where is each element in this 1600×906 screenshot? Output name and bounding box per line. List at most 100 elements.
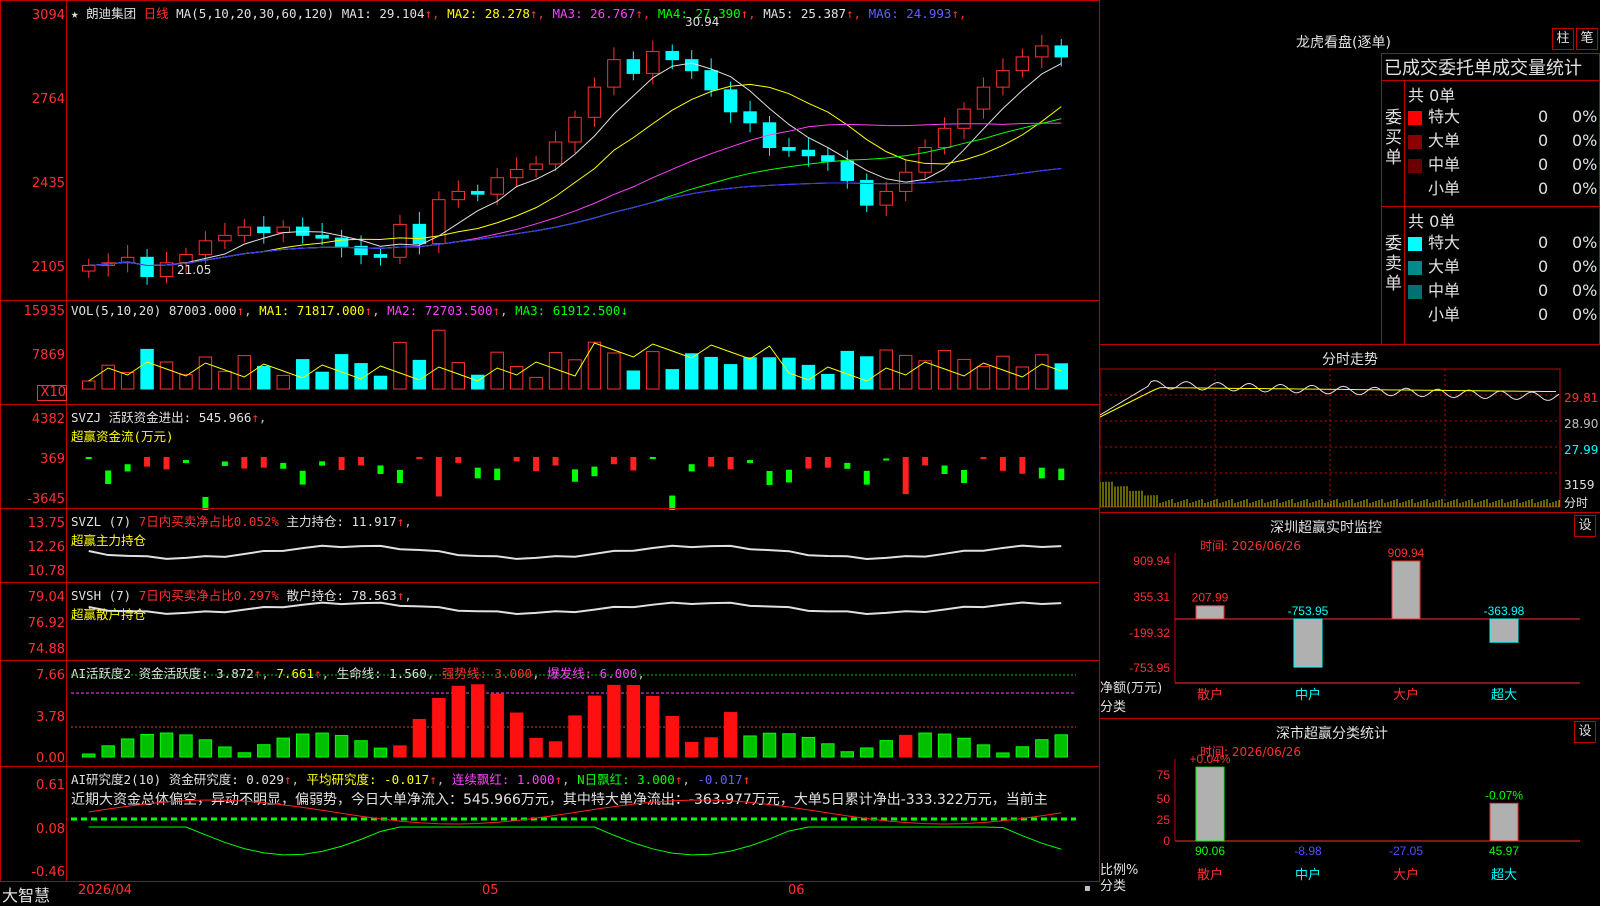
vol-bar bbox=[179, 374, 193, 390]
intraday-panel[interactable]: 分时走势 29.81 28.90 27.99 3159 分时 bbox=[1100, 344, 1600, 513]
flow-bar bbox=[280, 462, 287, 469]
sz-ylabel: 净额(万元) bbox=[1100, 681, 1163, 696]
high-label: 30.94 bbox=[685, 15, 720, 29]
candle bbox=[490, 177, 504, 195]
kline-panel[interactable]: 3094 2764 2435 2105 ★ 朗迪集团 日线 MA(5,10,20… bbox=[0, 0, 1100, 301]
ai1-chart[interactable] bbox=[1, 661, 1101, 768]
flow-bar bbox=[221, 461, 228, 466]
ratio-label: +0.04% bbox=[1189, 752, 1230, 766]
sz-monitor-panel[interactable]: 深圳超赢实时监控 设 时间: 2026/06/26 909.94 355.31 -1… bbox=[1100, 512, 1600, 719]
vol-bar bbox=[607, 352, 621, 390]
vol-bar bbox=[1054, 363, 1068, 390]
svzl-panel[interactable]: 13.75 12.26 10.78 SVZL (7) 7日内买卖净占比0.052… bbox=[0, 508, 1100, 583]
vol-bar bbox=[1015, 366, 1030, 390]
activity-bar bbox=[334, 734, 349, 758]
candle bbox=[801, 149, 816, 157]
flow-bar bbox=[591, 466, 598, 477]
value-bar bbox=[1293, 618, 1323, 668]
sz-bar-chart[interactable]: 909.94 355.31 -199.32 -753.95 207.99 散户 -753.9… bbox=[1100, 513, 1600, 720]
flow-bar bbox=[1058, 468, 1065, 481]
ss-bar-chart[interactable]: 75 50 25 0 +0.04% 90.06 散户 -8.98 中户 -27.05 大户 -0.07… bbox=[1100, 719, 1600, 901]
vol-chart[interactable] bbox=[1, 301, 1101, 406]
activity-bar bbox=[976, 744, 991, 758]
avg-line bbox=[1100, 387, 1557, 418]
svzl-chart[interactable] bbox=[1, 509, 1101, 584]
flow-bar bbox=[922, 457, 929, 466]
holding-line bbox=[88, 544, 1062, 560]
ytick: 25 bbox=[1157, 813, 1171, 827]
vol-bar bbox=[743, 357, 757, 390]
candle bbox=[879, 190, 893, 206]
avg-research-line bbox=[88, 826, 1062, 856]
ytick: 0 bbox=[1163, 834, 1170, 848]
flow-bar bbox=[338, 457, 345, 471]
ytick: 50 bbox=[1157, 792, 1171, 806]
vol-bar bbox=[198, 356, 213, 390]
bar-mode-button[interactable]: 柱 bbox=[1552, 28, 1574, 50]
ytick: -753.95 bbox=[1129, 661, 1170, 675]
candle bbox=[684, 59, 699, 72]
category-label: 中户 bbox=[1295, 867, 1321, 882]
order-row: 特大 0 0% bbox=[1408, 232, 1598, 254]
lock-icon[interactable]: ▪ bbox=[1084, 883, 1091, 894]
activity-bar bbox=[665, 715, 679, 758]
activity-bar bbox=[1015, 746, 1030, 758]
kline-chart[interactable] bbox=[1, 1, 1101, 302]
holding-line bbox=[88, 601, 1062, 615]
ytick: 75 bbox=[1157, 768, 1171, 782]
activity-bar bbox=[140, 733, 154, 758]
candle bbox=[840, 160, 855, 181]
category-label: 超大 bbox=[1491, 687, 1517, 702]
intraday-chart[interactable] bbox=[1100, 345, 1600, 514]
activity-bar bbox=[762, 732, 777, 758]
activity-bar bbox=[587, 695, 602, 758]
activity-bar bbox=[898, 734, 913, 758]
ai2-panel[interactable]: 0.61 0.08 -0.46 AI研究度2(10) 资金研究度: 0.029↑… bbox=[0, 766, 1100, 882]
ss-stat-panel[interactable]: 深市超赢分类统计 设 时间: 2026/06/26 75 50 25 0 +0.04% 9… bbox=[1100, 718, 1600, 900]
ratio-bar bbox=[1489, 802, 1519, 842]
flow-bar bbox=[319, 461, 326, 466]
candle bbox=[743, 111, 757, 124]
category-label: 中户 bbox=[1295, 687, 1321, 702]
value-label: -753.95 bbox=[1288, 604, 1329, 618]
svzj-panel[interactable]: 4382 369 -3645 SVZJ 活跃资金进出: 545.966↑, 超赢… bbox=[0, 404, 1101, 510]
activity-bar bbox=[782, 733, 796, 758]
order-row: 大单 0 0% bbox=[1408, 130, 1598, 152]
value-label: -8.98 bbox=[1294, 844, 1322, 858]
svsh-chart[interactable] bbox=[1, 583, 1101, 662]
vol-bar bbox=[665, 369, 679, 390]
ai2-chart[interactable] bbox=[1, 767, 1101, 883]
value-label: 45.97 bbox=[1489, 844, 1519, 858]
vol-panel[interactable]: 15935 7869 X10 VOL(5,10,20) 87003.000↑, … bbox=[0, 300, 1100, 405]
flow-bar bbox=[474, 467, 481, 479]
activity-bar bbox=[1035, 739, 1049, 758]
activity-bar bbox=[82, 753, 96, 758]
ytick: 355.31 bbox=[1133, 590, 1170, 604]
category-label: 散户 bbox=[1197, 867, 1223, 882]
activity-bar bbox=[918, 732, 932, 758]
order-row: 特大 0 0% bbox=[1408, 106, 1598, 128]
flow-bar bbox=[630, 457, 637, 471]
flow-bar bbox=[883, 458, 890, 461]
vol-bar bbox=[762, 357, 777, 390]
value-bar bbox=[1489, 618, 1519, 643]
activity-bar bbox=[257, 744, 271, 758]
activity-bar bbox=[471, 684, 485, 758]
candle bbox=[957, 108, 971, 129]
candle bbox=[665, 50, 679, 61]
candle bbox=[860, 179, 874, 206]
candle bbox=[237, 226, 252, 236]
svsh-panel[interactable]: 79.04 76.92 74.88 SVSH (7) 7日内买卖净占比0.297… bbox=[0, 582, 1100, 661]
activity-bar bbox=[937, 733, 952, 758]
svzj-chart[interactable] bbox=[1, 405, 1101, 510]
candle bbox=[996, 70, 1010, 88]
longhu-title: 龙虎看盘(逐单) bbox=[1296, 35, 1391, 51]
value-bar bbox=[1195, 605, 1225, 620]
ma-line bbox=[88, 62, 1062, 267]
tick-mode-button[interactable]: 笔 bbox=[1576, 28, 1598, 50]
flow-bar bbox=[435, 457, 442, 497]
vol-bar bbox=[237, 355, 252, 390]
vol-bar bbox=[315, 371, 329, 390]
flow-bar bbox=[766, 470, 773, 485]
ai1-panel[interactable]: 7.66 3.78 0.00 AI活跃度2 资金活跃度: 3.872↑, 7.6… bbox=[0, 660, 1100, 767]
